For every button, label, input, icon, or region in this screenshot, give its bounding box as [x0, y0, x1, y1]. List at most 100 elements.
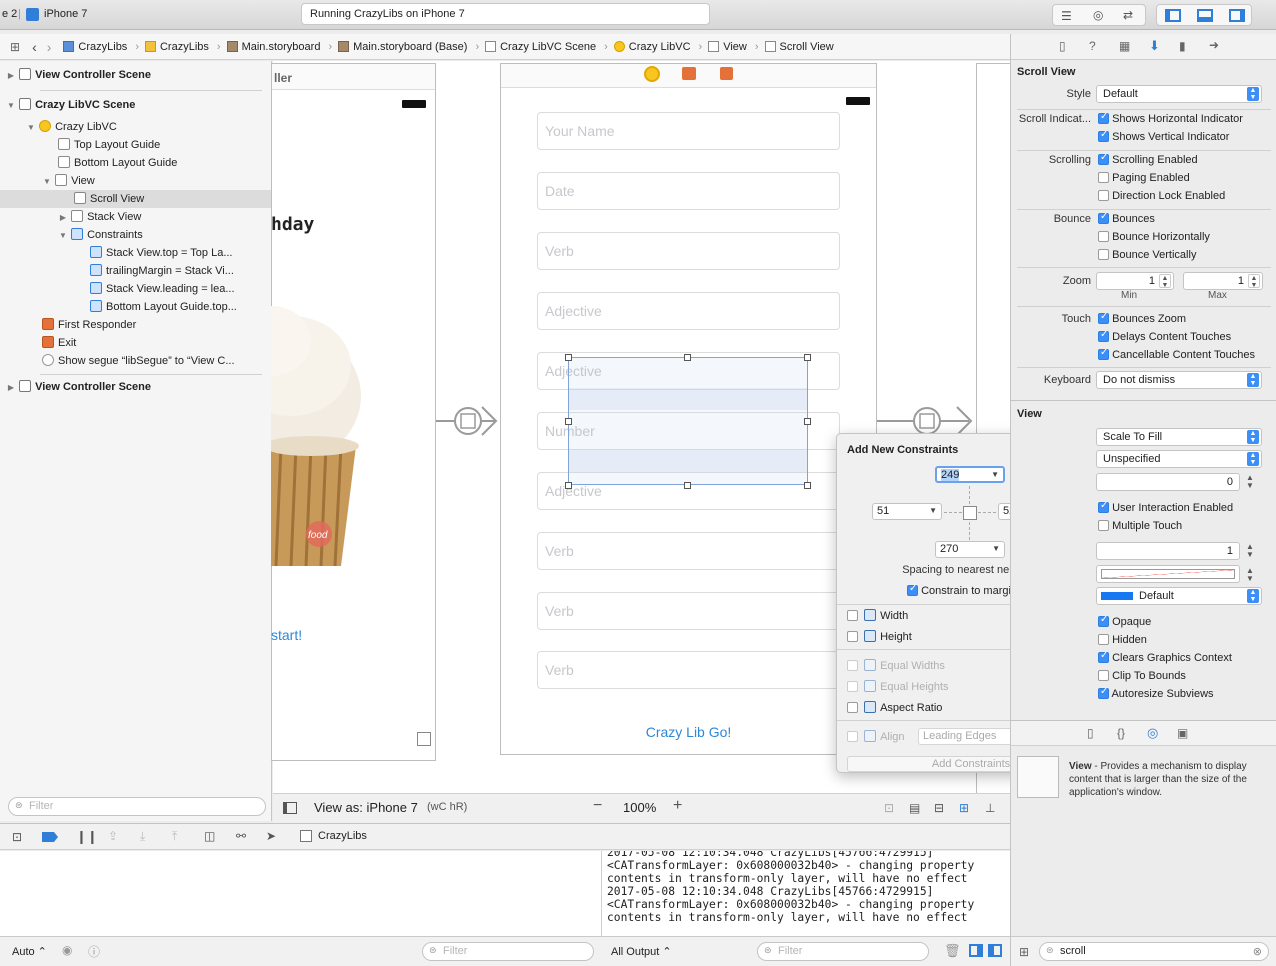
zoom-out-button[interactable]: −	[593, 797, 602, 815]
memory-graph-icon[interactable]: ⚯	[236, 829, 246, 843]
resize-handle[interactable]	[804, 482, 811, 489]
hidden-checkbox[interactable]: Hidden	[1098, 634, 1147, 646]
text-field[interactable]: Verb	[537, 592, 840, 630]
text-field[interactable]: Date	[537, 172, 840, 210]
file-inspector-icon[interactable]: ▯	[1059, 39, 1066, 53]
multiple-touch-checkbox[interactable]: Multiple Touch	[1098, 520, 1182, 532]
file-template-icon[interactable]: ▯	[1087, 726, 1094, 740]
content-mode-select[interactable]: Scale To Fill ▲ ▼	[1096, 428, 1262, 446]
debug-target[interactable]: CrazyLibs	[318, 830, 367, 842]
align-icon[interactable]: ⊟	[934, 801, 944, 815]
standard-editor-icon[interactable]: ☰	[1061, 9, 1072, 23]
update-frames-icon[interactable]: ⊡	[884, 801, 894, 815]
pin-icon[interactable]: ⊞	[959, 801, 969, 815]
direction-lock-checkbox[interactable]: Direction Lock Enabled	[1098, 190, 1225, 202]
style-select[interactable]: Default ▲ ▼	[1096, 85, 1262, 103]
breadcrumb-vc[interactable]: Crazy LibVC ›	[613, 41, 702, 53]
keyboard-select[interactable]: Do not dismiss ▲ ▼	[1096, 371, 1262, 389]
outline-scroll-view[interactable]: Scroll View	[0, 190, 272, 208]
show-console-icon[interactable]	[988, 944, 1002, 957]
grid-view-icon[interactable]: ⊞	[1019, 945, 1029, 959]
resize-handle[interactable]	[804, 354, 811, 361]
device-selector[interactable]: iPhone 7	[44, 8, 87, 20]
outline-toggle-icon[interactable]	[283, 802, 297, 814]
tag-stepper-icon[interactable]: ▲ ▼	[1246, 474, 1254, 490]
object-library-icon[interactable]: ◎	[1147, 725, 1158, 741]
info-icon[interactable]: ⓘ	[88, 943, 100, 960]
related-items-icon[interactable]: ⊞	[10, 40, 20, 54]
outline-scene-2[interactable]: ▼ Crazy LibVC Scene	[0, 96, 272, 114]
breadcrumb-storyboard-base[interactable]: Main.storyboard (Base) ›	[338, 41, 479, 53]
clears-graphics-checkbox[interactable]: Clears Graphics Context	[1098, 650, 1232, 664]
resize-handle[interactable]	[684, 482, 691, 489]
outline-scene-3[interactable]: ▶ View Controller Scene	[0, 378, 272, 396]
media-library-icon[interactable]: ▣	[1177, 726, 1188, 740]
left-spacing-field[interactable]: 51 ▼	[872, 503, 942, 520]
top-pin-strut[interactable]	[969, 486, 970, 504]
constrain-margins-checkbox[interactable]: Constrain to margins	[907, 583, 1023, 597]
view-debugger-icon[interactable]: ◫	[204, 829, 215, 843]
text-field[interactable]: Verb	[537, 651, 840, 689]
hide-debug-icon[interactable]: ⊡	[12, 830, 22, 844]
top-spacing-field[interactable]: 249 ▼	[935, 466, 1005, 483]
clip-bounds-checkbox[interactable]: Clip To Bounds	[1098, 670, 1186, 682]
scroll-view-object-icon[interactable]	[1017, 756, 1059, 798]
outline-scene-1[interactable]: ▶ View Controller Scene	[0, 66, 272, 84]
variables-filter[interactable]: ⊜ Filter	[422, 942, 594, 961]
semantic-select[interactable]: Unspecified ▲ ▼	[1096, 450, 1262, 468]
view-controller-scene-left[interactable]: ller hday food start!	[271, 63, 436, 761]
text-field[interactable]: Verb	[537, 532, 840, 570]
cancellable-touches-checkbox[interactable]: Cancellable Content Touches	[1098, 347, 1255, 361]
alpha-field[interactable]: 1	[1096, 542, 1240, 560]
breadcrumb-scene[interactable]: Crazy LibVC Scene ›	[485, 41, 608, 53]
outline-stack-view[interactable]: ▶ Stack View	[0, 208, 272, 226]
resize-handle[interactable]	[565, 418, 572, 425]
tint-select[interactable]: Default ▲ ▼	[1096, 587, 1262, 605]
back-arrow-icon[interactable]: ‹	[32, 39, 37, 55]
bounce-horizontally-checkbox[interactable]: Bounce Horizontally	[1098, 231, 1210, 243]
navigator-toggle-icon[interactable]	[1165, 9, 1181, 22]
tag-field[interactable]: 0	[1096, 473, 1240, 491]
step-into-icon[interactable]: ⤓	[140, 829, 145, 844]
library-search-input[interactable]: ⊜ scroll ⊗	[1039, 942, 1269, 961]
crazy-libvc-scene[interactable]: Your Name Date Verb Adjective Adjective Numbe…	[500, 63, 877, 755]
outline-exit[interactable]: Exit	[0, 334, 272, 352]
breadcrumb-folder[interactable]: CrazyLibs ›	[144, 41, 221, 53]
bounces-checkbox[interactable]: Bounces	[1098, 211, 1155, 225]
resize-handle[interactable]	[565, 482, 572, 489]
resize-handle[interactable]	[804, 418, 811, 425]
outline-bottom-guide[interactable]: Bottom Layout Guide	[0, 154, 272, 172]
console-filter[interactable]: ⊜ Filter	[757, 942, 929, 961]
view-as-label[interactable]: View as: iPhone 7	[314, 800, 418, 815]
location-icon[interactable]: ➤	[266, 829, 276, 843]
first-responder-icon[interactable]	[682, 67, 696, 80]
outline-filter[interactable]: ⊜ Filter	[8, 797, 266, 816]
left-pin-strut[interactable]	[944, 512, 962, 513]
aspect-ratio-checkbox[interactable]: Aspect Ratio	[847, 701, 942, 714]
quick-look-icon[interactable]: ◉	[62, 943, 72, 957]
segue-arrow-1[interactable]	[436, 401, 502, 441]
size-inspector-icon[interactable]: ▮	[1179, 39, 1186, 53]
width-checkbox[interactable]: Width	[847, 609, 908, 622]
breadcrumb-scroll-view[interactable]: Scroll View	[764, 41, 834, 53]
breadcrumb-project[interactable]: CrazyLibs ›	[63, 41, 139, 53]
identity-inspector-icon[interactable]: ▦	[1119, 39, 1130, 53]
step-over-icon[interactable]: ⇪	[108, 829, 118, 843]
attributes-inspector-icon[interactable]: ⬇	[1149, 38, 1160, 54]
paging-enabled-checkbox[interactable]: Paging Enabled	[1098, 172, 1190, 184]
resize-handle[interactable]	[565, 354, 572, 361]
code-snippet-icon[interactable]: {}	[1117, 726, 1125, 740]
shows-horizontal-checkbox[interactable]: Shows Horizontal Indicator	[1098, 111, 1243, 125]
alpha-stepper-icon[interactable]: ▲ ▼	[1246, 543, 1254, 559]
assistant-editor-icon[interactable]: ◎	[1093, 8, 1103, 22]
outline-first-responder[interactable]: First Responder	[0, 316, 272, 334]
outline-constraints[interactable]: ▼ Constraints	[0, 226, 272, 244]
zoom-max-field[interactable]: 1 ▲ ▼	[1183, 272, 1263, 290]
breadcrumb-storyboard[interactable]: Main.storyboard ›	[226, 41, 332, 53]
zoom-in-button[interactable]: +	[673, 797, 682, 815]
outline-constraint-1[interactable]: Stack View.top = Top La...	[0, 244, 272, 262]
output-select[interactable]: All Output ⌃	[611, 945, 672, 958]
scrolling-enabled-checkbox[interactable]: Scrolling Enabled	[1098, 152, 1198, 166]
embed-stack-icon[interactable]: ▤	[909, 801, 920, 815]
outline-segue[interactable]: Show segue “libSegue” to “View C...	[0, 352, 272, 370]
